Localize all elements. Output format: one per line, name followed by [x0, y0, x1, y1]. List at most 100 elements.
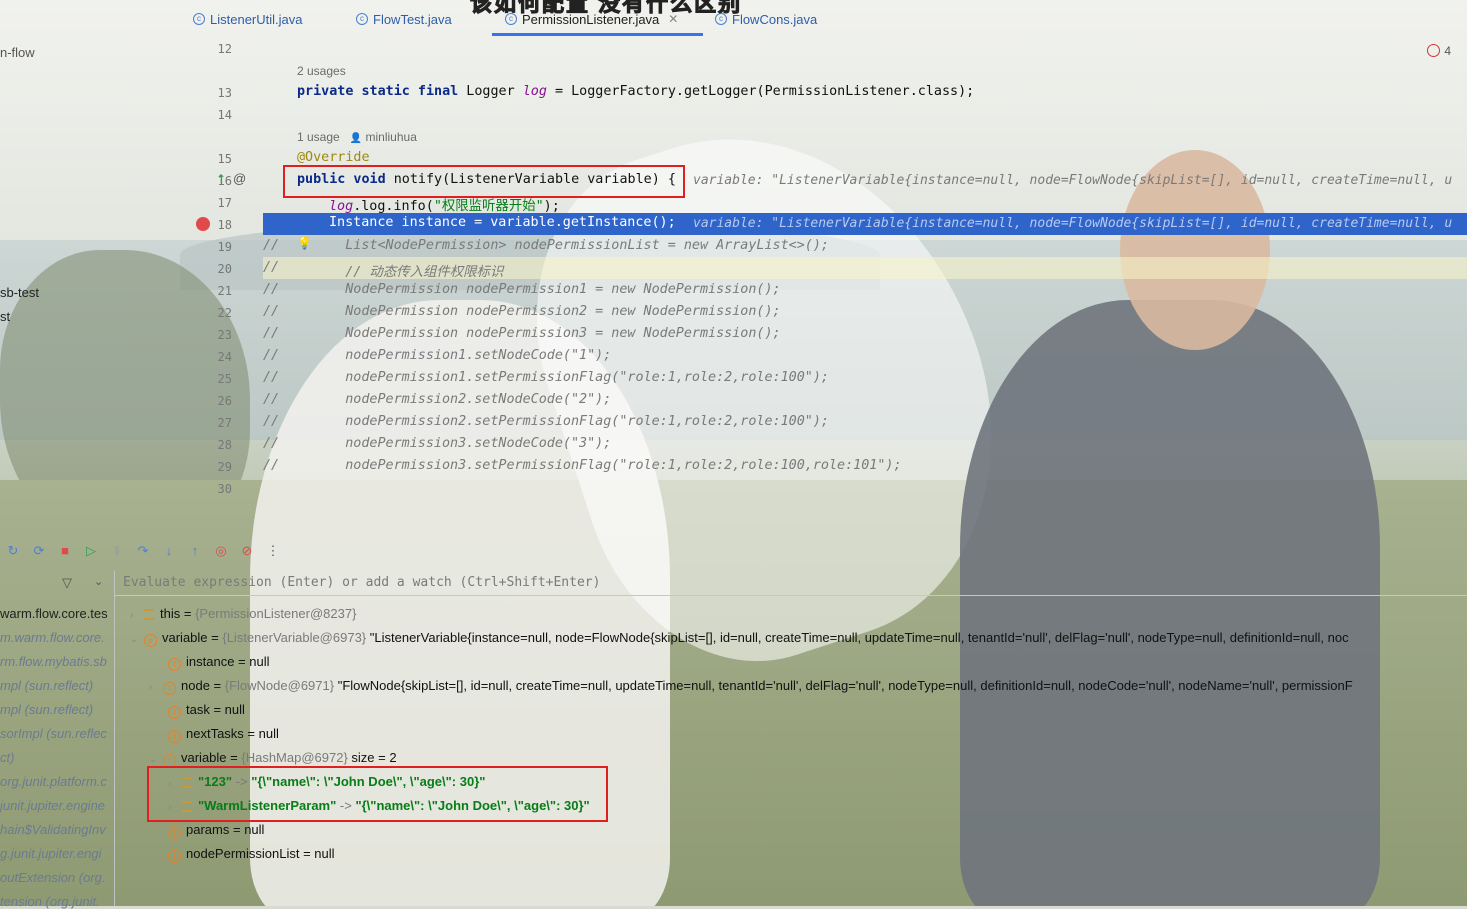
line-number: 30 — [217, 482, 232, 496]
stop-icon[interactable]: ■ — [58, 544, 72, 558]
step-into-icon[interactable]: ↓ — [162, 544, 176, 558]
stack-frame[interactable]: sorImpl (sun.reflec — [0, 726, 107, 741]
project-item[interactable]: st — [0, 309, 10, 324]
comment-marker: // — [263, 326, 280, 341]
field-icon: f — [168, 730, 181, 743]
error-indicator[interactable]: 4 — [1427, 44, 1451, 58]
rerun-icon[interactable]: ↻ — [6, 544, 20, 558]
execution-point-line: Instance instance = variable.getInstance… — [263, 213, 1467, 235]
comment-marker: // — [263, 238, 280, 253]
commented-code-line: nodePermission1.setNodeCode("1"); — [313, 348, 612, 363]
line-number: 25 — [217, 372, 232, 386]
rerun-failed-icon[interactable]: ⟳ — [32, 544, 46, 558]
chevron-down-icon[interactable]: ⌄ — [94, 575, 103, 588]
comment-marker: // — [263, 260, 280, 275]
stack-frame[interactable]: g.junit.jupiter.engi — [0, 846, 101, 861]
tab-flowtest[interactable]: c FlowTest.java — [356, 6, 452, 32]
line-number: 15 — [217, 152, 232, 166]
field-icon: f — [168, 706, 181, 719]
field-icon: f — [168, 658, 181, 671]
variable-row[interactable]: f nextTasks = null — [168, 726, 279, 743]
line-number: 13 — [217, 86, 232, 100]
project-item[interactable]: n-flow — [0, 45, 35, 60]
stack-frame[interactable]: m.warm.flow.core. — [0, 630, 105, 645]
line-number: 27 — [217, 416, 232, 430]
variable-row[interactable]: f nodePermissionList = null — [168, 846, 335, 863]
view-breakpoints-icon[interactable]: ◎ — [214, 544, 228, 558]
comment-marker: // — [263, 282, 280, 297]
commented-code-line: // 动态传入组件权限标识 — [313, 265, 504, 280]
parameter-icon: p — [144, 634, 157, 647]
stack-frame[interactable]: rm.flow.mybatis.sb — [0, 654, 107, 669]
tab-listenerutil[interactable]: c ListenerUtil.java — [193, 6, 303, 32]
pause-icon[interactable]: ‖ — [110, 544, 124, 558]
commented-code-line: NodePermission nodePermission2 = new Nod… — [313, 304, 781, 319]
tab-flowcons[interactable]: c FlowCons.java — [715, 6, 817, 32]
stack-frame[interactable]: tension (org.junit. — [0, 894, 100, 909]
line-number: 18 — [217, 218, 232, 232]
stack-frame[interactable]: ct) — [0, 750, 14, 765]
project-item[interactable]: sb-test — [0, 285, 39, 300]
chevron-right-icon[interactable]: › — [130, 610, 144, 621]
filter-icon[interactable]: ▽ — [62, 575, 72, 591]
more-icon[interactable]: ⋮ — [266, 544, 280, 558]
stack-frame[interactable]: warm.flow.core.tes — [0, 606, 108, 621]
at-icon[interactable]: @ — [233, 171, 246, 186]
code-editor[interactable]: 4 12 2 usages 13 private static final Lo… — [180, 36, 1467, 496]
evaluate-expression-input[interactable]: Evaluate expression (Enter) or add a wat… — [115, 571, 1467, 596]
commented-code-line: NodePermission nodePermission3 = new Nod… — [313, 326, 781, 341]
variable-row[interactable]: ⌄ p variable = {ListenerVariable@6973} "Li… — [130, 630, 1349, 647]
code-line-17: log.log.info("权限监听器开始"); — [329, 199, 560, 214]
debug-toolbar: ↻ ⟳ ■ ▷ ‖ ↷ ↓ ↑ ◎ ⊘ ⋮ — [0, 540, 326, 562]
line-number: 28 — [217, 438, 232, 452]
line-number: 21 — [217, 284, 232, 298]
usages-hint[interactable]: 2 usages — [297, 64, 346, 78]
line-number: 26 — [217, 394, 232, 408]
inline-debug-value: variable: "ListenerVariable{instance=nul… — [693, 173, 1453, 188]
lightbulb-icon[interactable]: 💡 — [297, 236, 312, 250]
line-number: 19 — [217, 240, 232, 254]
tab-permissionlistener[interactable]: c PermissionListener.java ✕ — [505, 6, 678, 32]
line-number: 24 — [217, 350, 232, 364]
chevron-down-icon[interactable]: ⌄ — [149, 754, 163, 765]
stack-frame[interactable]: mpl (sun.reflect) — [0, 678, 93, 693]
line-number: 17 — [217, 196, 232, 210]
chevron-down-icon[interactable]: ⌄ — [130, 634, 144, 645]
line-number: 16 — [217, 174, 232, 188]
commented-code-line: nodePermission1.setPermissionFlag("role:… — [313, 370, 829, 385]
variable-row[interactable]: f task = null — [168, 702, 245, 719]
chevron-right-icon[interactable]: › — [149, 682, 163, 693]
field-icon: f — [163, 682, 176, 695]
usages-hint[interactable]: 1 usage 👤 minliuhua — [297, 130, 417, 144]
variable-row[interactable]: f params = null — [168, 822, 264, 839]
resume-icon[interactable]: ▷ — [84, 544, 98, 558]
commented-code-line: NodePermission nodePermission1 = new Nod… — [313, 282, 781, 297]
stack-frame[interactable]: junit.jupiter.engine — [0, 798, 105, 813]
commented-code-line: nodePermission2.setPermissionFlag("role:… — [313, 414, 829, 429]
variable-row[interactable]: f instance = null — [168, 654, 270, 671]
stack-frame[interactable]: outExtension (org. — [0, 870, 106, 885]
step-out-icon[interactable]: ↑ — [188, 544, 202, 558]
override-icon[interactable]: ⇡ — [216, 172, 226, 186]
stack-frame[interactable]: mpl (sun.reflect) — [0, 702, 93, 717]
variable-row[interactable]: › this = {PermissionListener@8237} — [130, 606, 356, 621]
breakpoint-icon[interactable] — [196, 217, 210, 231]
mute-breakpoints-icon[interactable]: ⊘ — [240, 544, 254, 558]
panel-divider[interactable] — [114, 571, 115, 906]
commented-code-line: nodePermission3.setNodeCode("3"); — [313, 436, 612, 451]
step-over-icon[interactable]: ↷ — [136, 544, 150, 558]
code-line-13: private static final Logger log = Logger… — [297, 84, 975, 99]
close-icon[interactable]: ✕ — [668, 12, 678, 26]
stack-frame[interactable]: org.junit.platform.c — [0, 774, 107, 789]
stack-frame[interactable]: hain$ValidatingInv — [0, 822, 106, 837]
line-number: 23 — [217, 328, 232, 342]
variable-row[interactable]: › f node = {FlowNode@6971} "FlowNode{skipL… — [149, 678, 1353, 695]
field-icon: f — [168, 850, 181, 863]
error-icon — [1427, 44, 1441, 57]
comment-marker: // — [263, 436, 280, 451]
class-icon: c — [505, 13, 517, 25]
comment-marker: // — [263, 414, 280, 429]
variable-row[interactable]: ⌄ f variable = {HashMap@6972} size = 2 — [149, 750, 397, 767]
highlight-box — [147, 766, 608, 822]
line-number: 29 — [217, 460, 232, 474]
